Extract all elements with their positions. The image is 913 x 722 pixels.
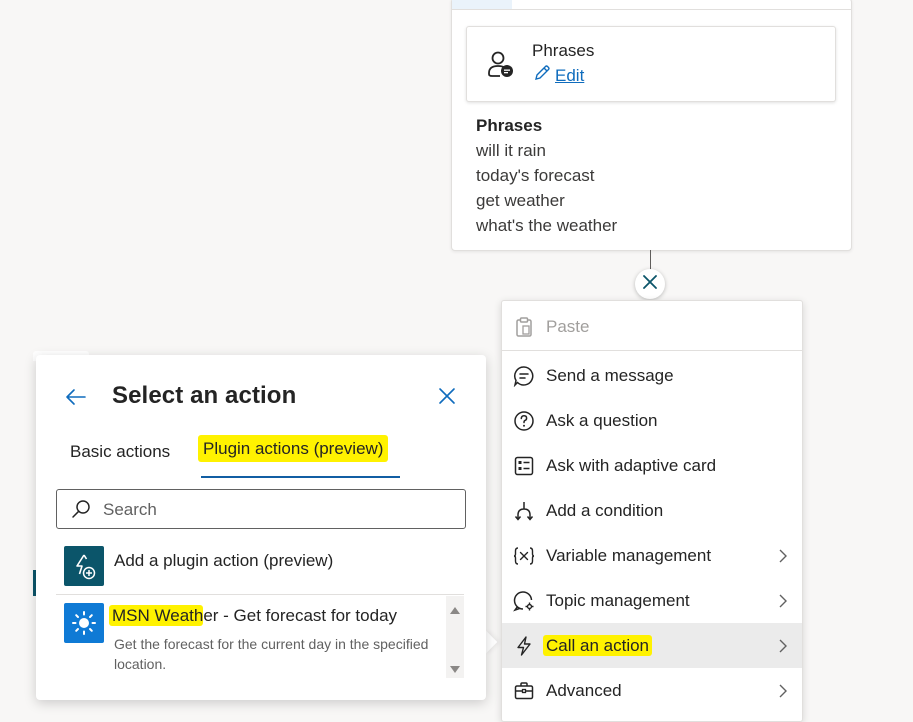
menu-item-advanced[interactable]: Advanced (502, 668, 802, 713)
highlighted-label: MSN Weath (109, 605, 204, 626)
chat-icon (513, 365, 535, 388)
menu-item-ask-adaptive-card[interactable]: Ask with adaptive card (502, 443, 802, 488)
phrase-item: what's the weather (476, 216, 618, 235)
highlighted-label: Plugin actions (preview) (198, 435, 389, 462)
highlighted-label: Call an action (543, 635, 653, 656)
add-plugin-action-label: Add a plugin action (preview) (114, 551, 334, 570)
branch-icon (513, 500, 535, 522)
menu-item-label: Advanced (546, 681, 622, 700)
menu-item-send-message[interactable]: Send a message (502, 353, 802, 398)
divider (56, 594, 464, 595)
phrases-card: Phrases Edit (466, 26, 836, 102)
pencil-icon (533, 64, 551, 87)
close-node-menu-button[interactable] (635, 269, 665, 299)
tab-basic-actions[interactable]: Basic actions (70, 442, 170, 462)
panel-title: Select an action (112, 382, 297, 409)
edit-label: Edit (555, 65, 585, 85)
select-action-panel: Select an action Basic actions Plugin ac… (36, 355, 486, 700)
menu-item-label: Add a condition (546, 501, 664, 520)
menu-item-label: Paste (546, 317, 590, 336)
person-chat-icon (487, 49, 515, 79)
list-item[interactable]: MSN Weather - Get forecast for today Get… (56, 596, 446, 678)
selected-tab-indicator (201, 476, 400, 478)
scroll-up-arrow-icon[interactable] (449, 602, 461, 614)
menu-item-label: Ask with adaptive card (546, 456, 717, 475)
question-icon (513, 410, 535, 432)
phrase-item: will it rain (476, 141, 546, 160)
menu-item-label: Topic management (546, 591, 690, 610)
sun-icon (64, 603, 104, 643)
menu-item-label: Call an action (543, 635, 653, 656)
phrases-list: Phrases will it rain today's forecast ge… (476, 113, 617, 238)
briefcase-icon (513, 680, 535, 702)
paste-icon (513, 316, 535, 338)
chevron-right-icon (776, 683, 790, 699)
menu-item-paste[interactable]: Paste (502, 304, 802, 349)
variable-icon (513, 545, 535, 567)
phrases-card-title: Phrases (532, 41, 595, 60)
close-icon (643, 274, 657, 294)
arrow-left-icon (64, 389, 88, 413)
add-plugin-action-item[interactable]: Add a plugin action (preview) (56, 541, 464, 591)
action-description: Get the forecast for the current day in … (114, 636, 429, 672)
menu-item-label: Variable management (546, 546, 712, 565)
menu-item-variable-management[interactable]: Variable management (502, 533, 802, 578)
topic-settings-icon (513, 590, 535, 612)
menu-item-topic-management[interactable]: Topic management (502, 578, 802, 623)
action-title: MSN Weather - Get forecast for today (109, 605, 398, 626)
menu-item-add-condition[interactable]: Add a condition (502, 488, 802, 533)
search-icon (71, 499, 91, 519)
add-node-menu: Paste Send a message Ask a question Ask … (501, 300, 803, 722)
adaptive-card-icon (513, 455, 535, 477)
trigger-tab-indicator (452, 0, 512, 9)
menu-item-call-action[interactable]: Call an action (502, 623, 802, 668)
phrase-item: get weather (476, 191, 565, 210)
divider (502, 350, 802, 351)
trigger-card: Phrases Edit Phrases will it rain today'… (451, 0, 852, 251)
tab-plugin-actions[interactable]: Plugin actions (preview) (198, 435, 389, 462)
chevron-right-icon (776, 638, 790, 654)
add-plugin-icon (64, 546, 104, 586)
back-button[interactable] (64, 385, 88, 409)
close-panel-button[interactable] (436, 385, 458, 407)
flash-icon (513, 635, 535, 657)
search-box (56, 489, 466, 529)
menu-item-label: Send a message (546, 366, 674, 385)
menu-item-ask-question[interactable]: Ask a question (502, 398, 802, 443)
action-title-rest: er - Get forecast for today (203, 606, 398, 625)
close-icon (436, 388, 458, 411)
phrase-item: today's forecast (476, 166, 595, 185)
chevron-right-icon (776, 593, 790, 609)
menu-item-label: Ask a question (546, 411, 658, 430)
divider (452, 9, 851, 10)
phrases-heading: Phrases (476, 116, 543, 135)
search-input[interactable] (101, 497, 455, 523)
scroll-down-arrow-icon[interactable] (449, 662, 461, 673)
edit-link[interactable]: Edit (533, 64, 584, 87)
scrollbar[interactable] (446, 596, 464, 678)
chevron-right-icon (776, 548, 790, 564)
